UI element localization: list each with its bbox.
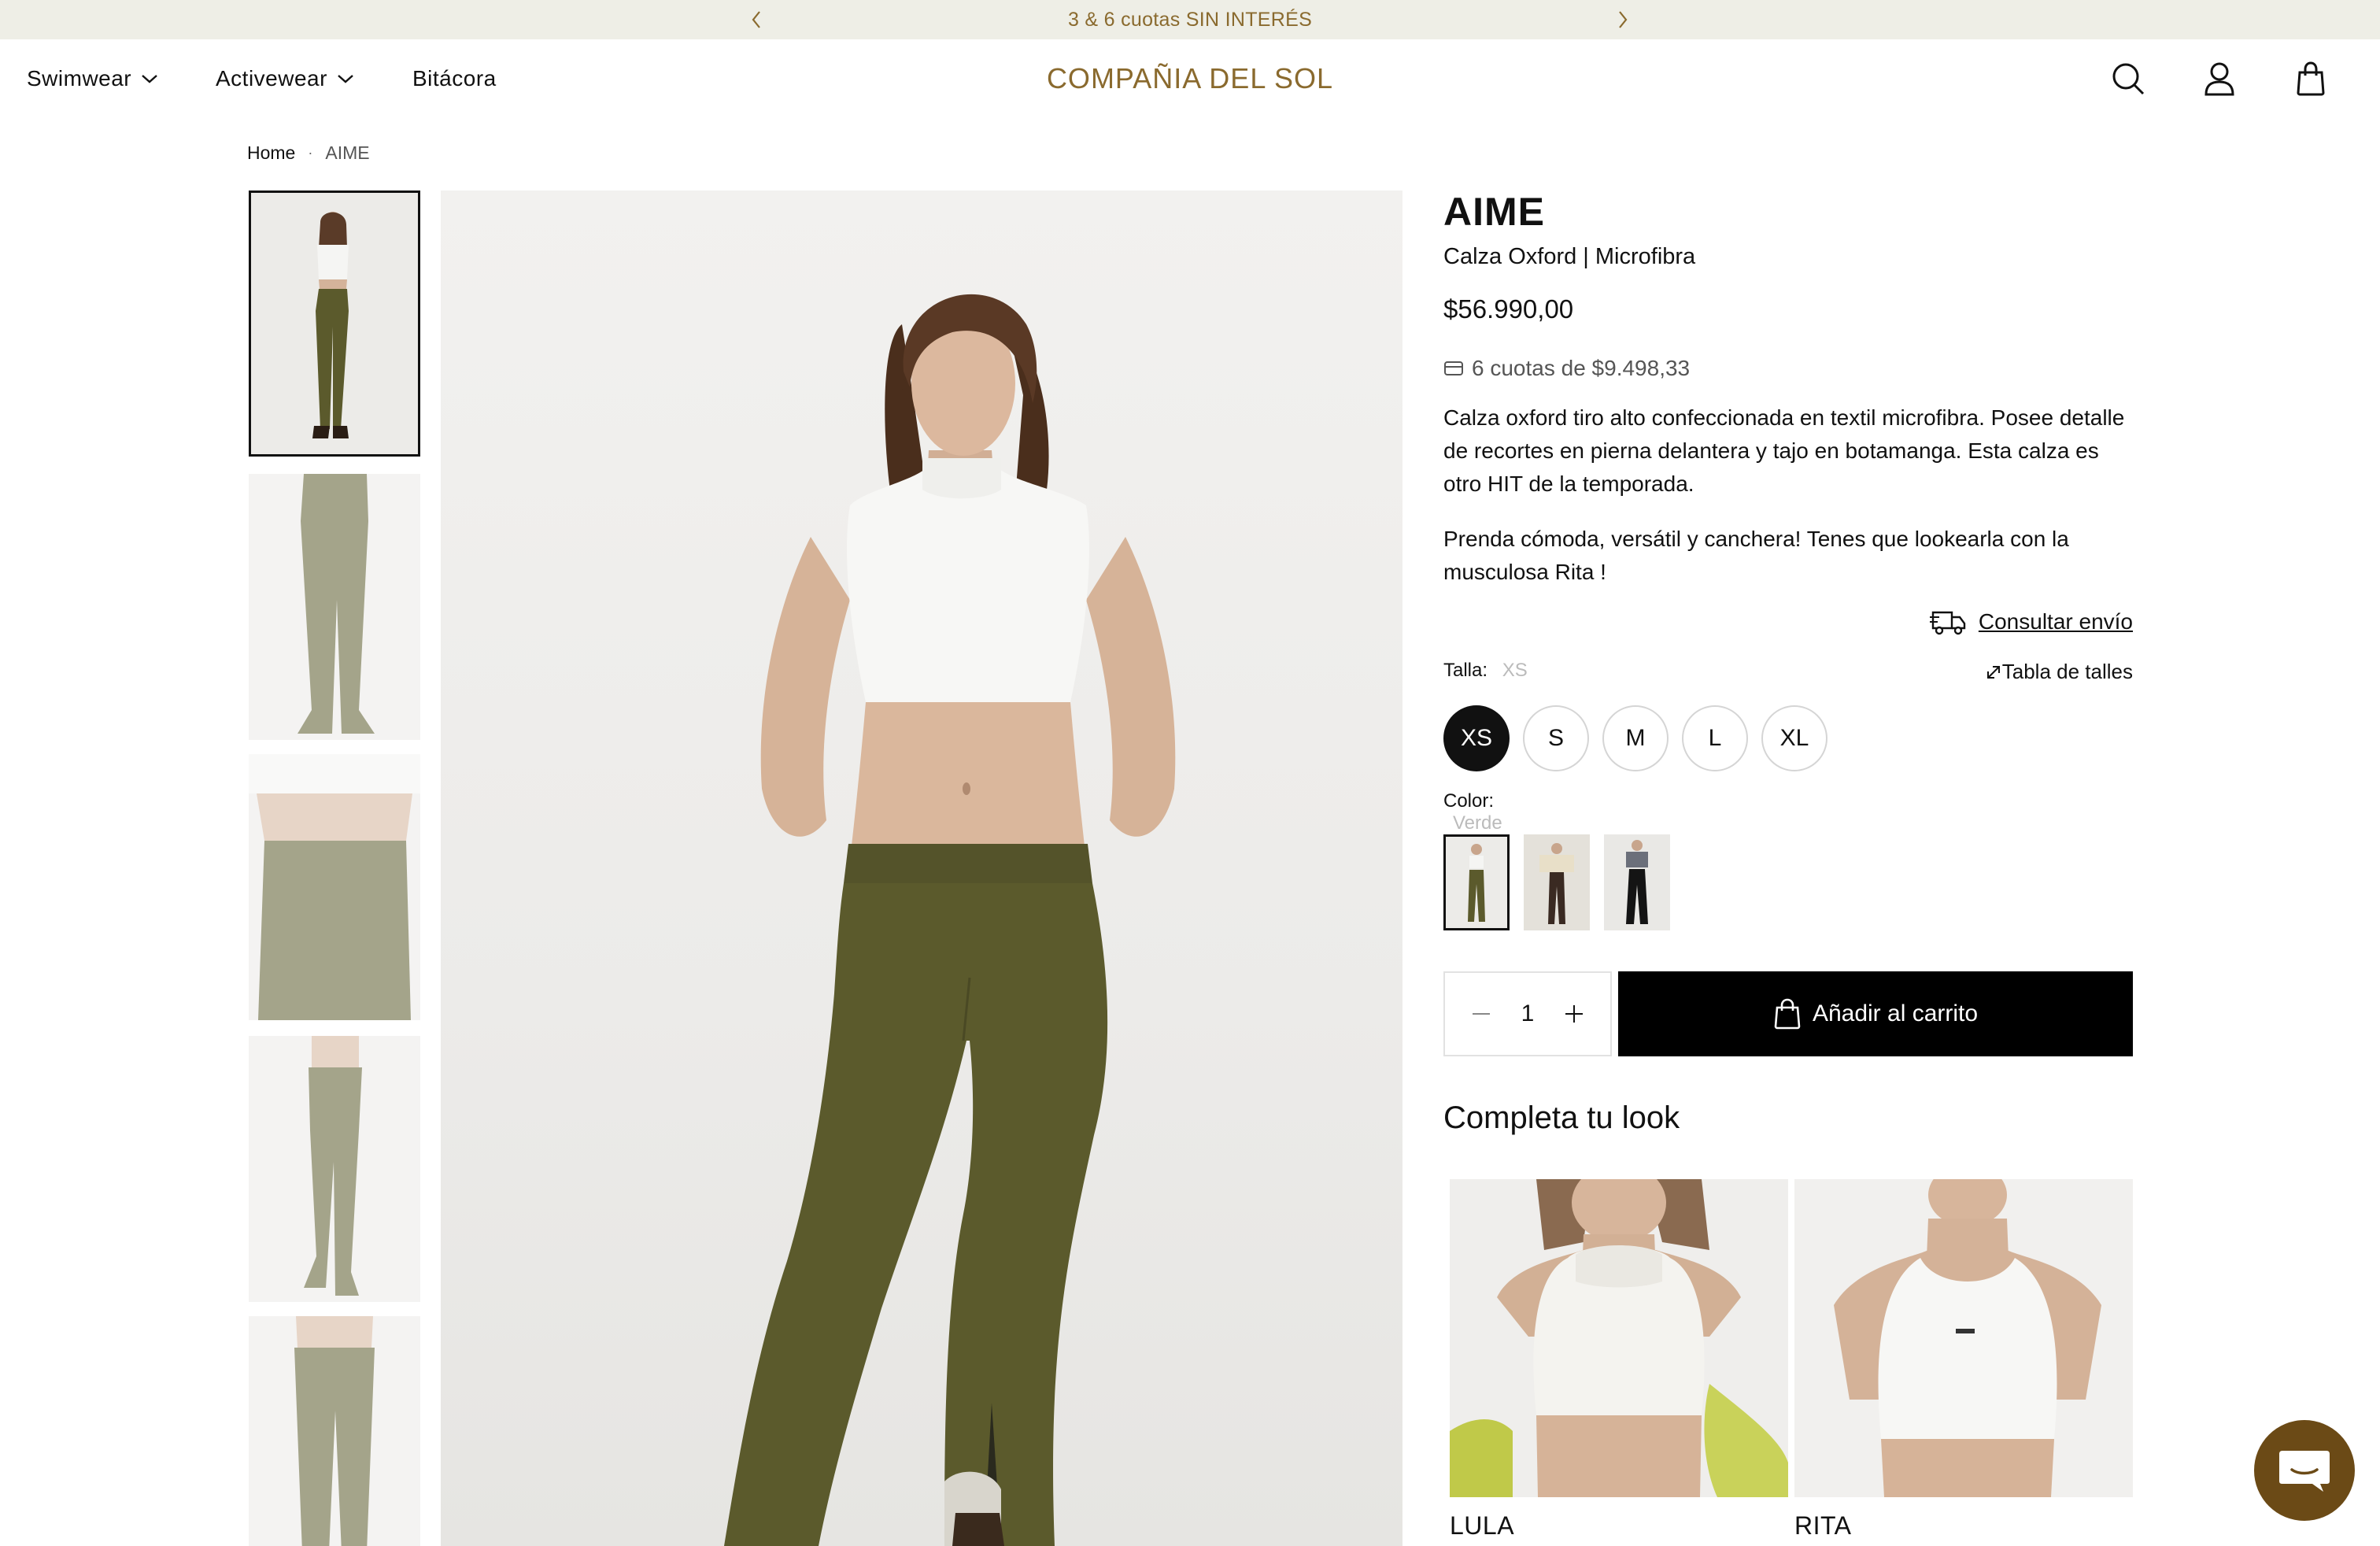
shipping-link[interactable]: Consultar envío bbox=[1929, 606, 2133, 638]
complete-look-title: Completa tu look bbox=[1443, 1100, 1680, 1135]
site-logo[interactable]: COMPAÑIA DEL SOL bbox=[993, 58, 1387, 99]
size-option-header: Talla: XS Tabla de talles bbox=[1443, 660, 2133, 688]
size-option-l[interactable]: L bbox=[1682, 705, 1748, 771]
pants-back-thumbnail bbox=[249, 474, 420, 740]
swatch-olive-image bbox=[1446, 837, 1507, 928]
bag-icon bbox=[2297, 61, 2325, 96]
size-selected-value: XS bbox=[1502, 660, 1528, 681]
size-label: Talla: bbox=[1443, 660, 1488, 681]
announcement-text: 3 & 6 cuotas SIN INTERÉS bbox=[1067, 9, 1313, 31]
size-option-xs[interactable]: XS bbox=[1443, 705, 1510, 771]
front-detail-thumbnail bbox=[249, 1316, 420, 1546]
chevron-down-icon bbox=[142, 75, 157, 83]
add-to-cart-label: Añadir al carrito bbox=[1812, 1000, 1979, 1026]
look-item-name[interactable]: LULA bbox=[1450, 1511, 1788, 1540]
product-thumbnail[interactable] bbox=[249, 1036, 420, 1302]
color-swatch-negro[interactable] bbox=[1604, 834, 1670, 930]
color-swatch-marron[interactable] bbox=[1524, 834, 1590, 930]
installments-text: 6 cuotas de $9.498,33 bbox=[1472, 356, 1691, 380]
product-subtitle: Calza Oxford | Microfibra bbox=[1443, 244, 1696, 269]
product-title: AIME bbox=[1443, 190, 1545, 234]
site-header: Swimwear Activewear Bitácora COMPAÑIA DE… bbox=[0, 39, 2380, 118]
nav-activewear[interactable]: Activewear bbox=[216, 61, 354, 96]
bag-icon bbox=[1774, 998, 1801, 1030]
search-button[interactable] bbox=[2106, 57, 2150, 101]
color-swatch-verde-seco[interactable] bbox=[1443, 834, 1510, 930]
size-option-s[interactable]: S bbox=[1523, 705, 1589, 771]
size-option-m[interactable]: M bbox=[1602, 705, 1669, 771]
swatch-black-image bbox=[1604, 834, 1670, 930]
cart-button[interactable] bbox=[2289, 57, 2333, 101]
look-item-card[interactable]: LULA bbox=[1450, 1179, 1788, 1540]
quantity-stepper: 1 bbox=[1443, 971, 1612, 1056]
size-label-group: Talla: XS bbox=[1443, 660, 1528, 682]
announcement-bar: 3 & 6 cuotas SIN INTERÉS bbox=[0, 0, 2380, 39]
look-item-image[interactable] bbox=[1794, 1179, 2133, 1497]
installments-info: 6 cuotas de $9.498,33 bbox=[1443, 356, 1690, 381]
expand-icon bbox=[1986, 665, 2000, 679]
color-swatches bbox=[1443, 834, 1684, 930]
chat-bubble-icon bbox=[2279, 1451, 2330, 1492]
breadcrumb-separator: · bbox=[308, 144, 313, 161]
minus-icon bbox=[1473, 1013, 1490, 1015]
search-icon bbox=[2112, 63, 2145, 95]
shipping-link-label: Consultar envío bbox=[1978, 609, 2133, 634]
quantity-value[interactable]: 1 bbox=[1521, 1000, 1535, 1027]
look-item-card[interactable]: RITA bbox=[1794, 1179, 2133, 1540]
main-product-image[interactable] bbox=[441, 190, 1402, 1546]
size-guide-label: Tabla de talles bbox=[2001, 660, 2133, 683]
chevron-down-icon bbox=[338, 75, 353, 83]
product-description: Calza oxford tiro alto confeccionada en … bbox=[1443, 405, 2125, 496]
nav-bitacora-label: Bitácora bbox=[412, 66, 497, 91]
size-selector: XS S M L XL bbox=[1443, 705, 1841, 771]
size-option-xl[interactable]: XL bbox=[1761, 705, 1828, 771]
quantity-decrease-button[interactable] bbox=[1467, 1000, 1495, 1028]
breadcrumb-home[interactable]: Home bbox=[247, 142, 295, 164]
model-photo bbox=[724, 294, 1176, 1546]
color-label: Color: bbox=[1443, 790, 1495, 812]
add-to-cart-button[interactable]: Añadir al carrito bbox=[1618, 971, 2133, 1056]
plus-icon bbox=[1565, 1005, 1583, 1023]
nav-swimwear-label: Swimwear bbox=[27, 66, 132, 91]
breadcrumb-current: AIME bbox=[325, 142, 370, 163]
rita-top-photo bbox=[1794, 1179, 2133, 1497]
size-guide-link[interactable]: Tabla de talles bbox=[1985, 660, 2133, 684]
product-price: $56.990,00 bbox=[1443, 294, 1574, 324]
breadcrumb: Home · AIME bbox=[247, 140, 370, 165]
chevron-right-icon bbox=[1619, 11, 1628, 28]
swatch-brown-image bbox=[1524, 834, 1590, 930]
quantity-increase-button[interactable] bbox=[1560, 1000, 1588, 1028]
truck-icon bbox=[1929, 611, 1966, 635]
product-thumbnail[interactable] bbox=[249, 474, 420, 740]
product-description-extra: Prenda cómoda, versátil y canchera! Tene… bbox=[1443, 527, 2069, 584]
nav-activewear-label: Activewear bbox=[216, 66, 327, 91]
chat-button[interactable] bbox=[2254, 1420, 2355, 1521]
look-item-name[interactable]: RITA bbox=[1794, 1511, 2133, 1540]
account-button[interactable] bbox=[2197, 57, 2241, 101]
product-thumbnail[interactable] bbox=[249, 1316, 420, 1546]
lula-top-photo bbox=[1450, 1179, 1788, 1497]
product-thumbnail[interactable] bbox=[249, 190, 420, 457]
side-view-thumbnail bbox=[249, 1036, 420, 1302]
product-info: AIME Calza Oxford | Microfibra $56.990,0… bbox=[1443, 189, 2133, 1546]
look-item-image[interactable] bbox=[1450, 1179, 1788, 1497]
announcement-next-button[interactable] bbox=[1609, 6, 1636, 33]
nav-swimwear[interactable]: Swimwear bbox=[27, 61, 158, 96]
nav-bitacora[interactable]: Bitácora bbox=[412, 61, 497, 96]
model-photo-thumbnail bbox=[251, 193, 418, 454]
credit-card-icon bbox=[1444, 361, 1463, 375]
waist-detail-thumbnail bbox=[249, 754, 420, 1020]
product-thumbnail[interactable] bbox=[249, 754, 420, 1020]
user-icon bbox=[2204, 62, 2234, 96]
